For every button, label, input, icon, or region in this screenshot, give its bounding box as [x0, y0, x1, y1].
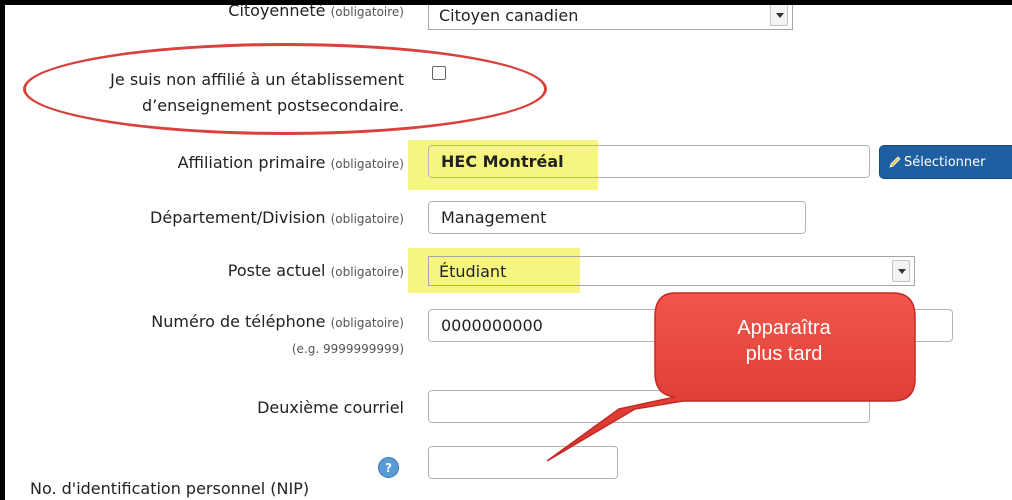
help-icon[interactable]: ? — [378, 457, 399, 478]
pin-label: No. d'identification personnel (NIP) — [30, 479, 310, 498]
phone-hint: (e.g. 9999999999) — [291, 342, 404, 356]
form-frame: Citoyenneté (obligatoire) Citoyen canadi… — [5, 5, 1012, 500]
department-input[interactable]: Management — [428, 201, 806, 234]
select-affiliation-button[interactable]: Sélectionner — [879, 145, 1012, 179]
second-email-label: Deuxième courriel — [257, 398, 404, 417]
primary-affiliation-label: Affiliation primaire (obligatoire) — [177, 153, 404, 172]
department-label: Département/Division (obligatoire) — [150, 208, 404, 227]
citizenship-label: Citoyenneté (obligatoire) — [228, 5, 404, 20]
phone-label: Numéro de téléphone (obligatoire) — [151, 312, 404, 331]
primary-affiliation-input[interactable]: HEC Montréal — [428, 145, 870, 178]
callout-text: Apparaîtra plus tard — [737, 317, 831, 365]
position-select[interactable]: Étudiant — [428, 256, 915, 286]
citizenship-select[interactable]: Citoyen canadien — [428, 5, 793, 30]
position-label: Poste actuel (obligatoire) — [227, 261, 404, 280]
annotation-ellipse — [23, 43, 547, 135]
chevron-down-icon[interactable] — [770, 5, 788, 26]
pencil-icon — [889, 156, 901, 168]
chevron-down-icon[interactable] — [892, 260, 910, 282]
